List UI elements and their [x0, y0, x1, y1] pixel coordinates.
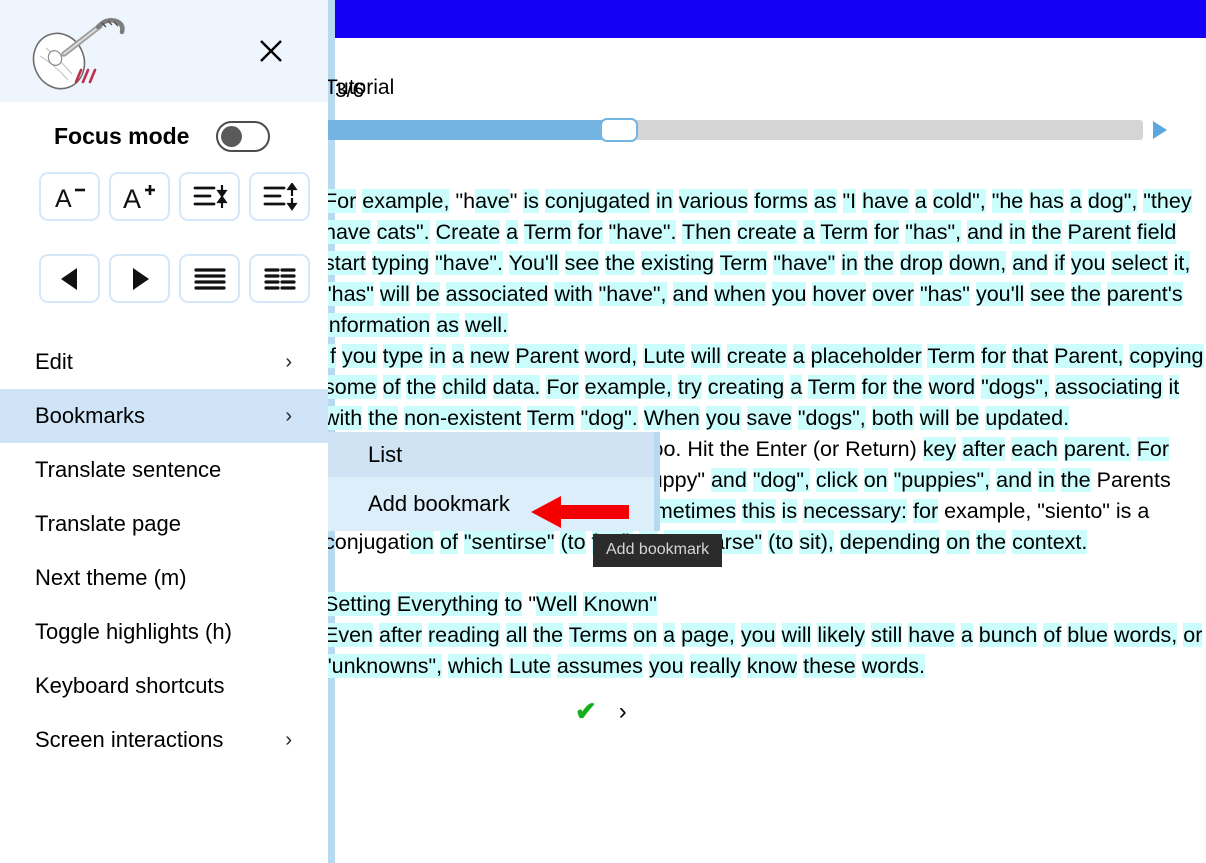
paragraph-spacer	[324, 558, 1204, 589]
progress-fill	[325, 120, 620, 140]
one-column-icon	[193, 267, 226, 290]
lute-logo	[32, 18, 125, 90]
submenu-right-edge	[654, 432, 660, 531]
next-triangle-icon	[132, 267, 149, 290]
sidebar-item-translate-page[interactable]: Translate page	[0, 497, 328, 551]
paragraph[interactable]: Setting Everything to "Well Known"	[324, 589, 1204, 620]
sidebar-item-bookmarks[interactable]: Bookmarks ›	[0, 389, 328, 443]
toggle-knob	[221, 125, 242, 147]
focus-mode-row: Focus mode	[0, 102, 328, 170]
menu-item-label: Screen interactions	[35, 727, 224, 752]
submenu-item-label: List	[368, 441, 403, 467]
sidebar-item-screen-interactions[interactable]: Screen interactions ›	[0, 713, 328, 767]
focus-mode-label: Focus mode	[54, 122, 190, 149]
sidebar-item-edit[interactable]: Edit ›	[0, 335, 328, 389]
decrease-font-size-button[interactable]: A	[39, 172, 100, 221]
paragraph[interactable]: For example, "have" is conjugated in var…	[324, 186, 1204, 341]
submenu-item-list[interactable]: List	[328, 432, 660, 477]
sidebar-item-translate-sentence[interactable]: Translate sentence	[0, 443, 328, 497]
menu-item-label: Edit	[35, 349, 73, 374]
reader-progress-row	[325, 116, 1206, 144]
tooltip: Add bookmark	[593, 534, 723, 567]
previous-triangle-icon	[60, 267, 77, 290]
settings-sidebar: Focus mode A A Edit › Bookmarks › Transl…	[0, 0, 328, 863]
svg-text:A: A	[123, 184, 141, 212]
sidebar-item-toggle-highlights[interactable]: Toggle highlights (h)	[0, 605, 328, 659]
next-page-button[interactable]	[109, 254, 170, 303]
sidebar-item-next-theme[interactable]: Next theme (m)	[0, 551, 328, 605]
menu-item-label: Toggle highlights (h)	[35, 619, 232, 644]
text-controls-grid: A A	[0, 172, 328, 303]
svg-text:A: A	[55, 185, 72, 212]
decrease-line-height-button[interactable]	[179, 172, 240, 221]
sidebar-menu: Edit › Bookmarks › Translate sentence Tr…	[0, 335, 328, 767]
next-page-arrow[interactable]	[1153, 121, 1167, 139]
two-columns-button[interactable]	[249, 254, 310, 303]
line-height-increase-icon	[263, 182, 298, 211]
tooltip-text: Add bookmark	[606, 541, 710, 558]
sidebar-item-keyboard-shortcuts[interactable]: Keyboard shortcuts	[0, 659, 328, 713]
increase-font-size-button[interactable]: A	[109, 172, 170, 221]
menu-item-label: Keyboard shortcuts	[35, 673, 225, 698]
mark-known-check-icon[interactable]: ✔	[575, 696, 597, 727]
close-icon	[260, 40, 282, 62]
chevron-right-icon: ›	[285, 350, 292, 373]
font-decrease-icon: A	[55, 185, 85, 212]
submenu-item-label: Add bookmark	[368, 491, 510, 516]
close-button[interactable]	[254, 34, 288, 68]
chevron-right-icon: ›	[285, 728, 292, 751]
two-columns-icon	[263, 267, 296, 290]
app-root: Tutorial 3/6 For example, "have" is conj…	[0, 0, 1206, 863]
progress-thumb[interactable]	[600, 118, 639, 142]
line-height-decrease-icon	[193, 184, 228, 208]
annotation-arrow-icon	[531, 496, 629, 528]
sidebar-header	[0, 0, 328, 102]
menu-item-label: Translate sentence	[35, 457, 222, 482]
next-chevron-icon[interactable]: ›	[619, 698, 627, 726]
paragraph[interactable]: If you type in a new Parent word, Lute w…	[324, 341, 1204, 434]
book-title: Tutorial	[325, 76, 395, 99]
previous-page-button[interactable]	[39, 254, 100, 303]
reader-top-banner	[334, 0, 1206, 38]
one-column-button[interactable]	[179, 254, 240, 303]
chevron-right-icon: ›	[285, 404, 292, 427]
paragraph[interactable]: Even after reading all the Terms on a pa…	[324, 620, 1204, 682]
font-increase-icon: A	[123, 184, 155, 212]
menu-item-label: Bookmarks	[35, 403, 146, 428]
page-progress-slider[interactable]	[325, 118, 1143, 142]
focus-mode-toggle[interactable]	[216, 120, 270, 152]
increase-line-height-button[interactable]	[249, 172, 310, 221]
menu-item-label: Translate page	[35, 511, 181, 536]
menu-item-label: Next theme (m)	[35, 565, 187, 590]
reader-title-row: Tutorial 3/6	[325, 76, 1206, 106]
article-nav-row: ✔ ›	[575, 696, 627, 727]
